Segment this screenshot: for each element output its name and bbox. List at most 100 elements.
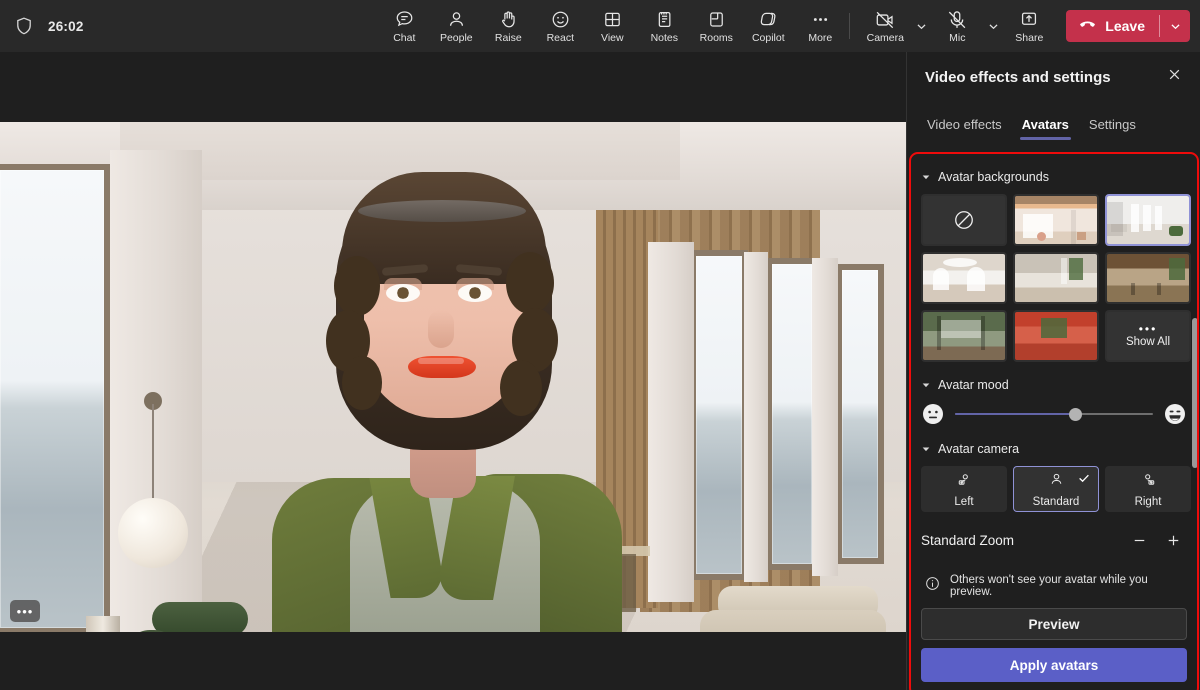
close-panel-button[interactable] (1160, 63, 1188, 91)
react-button[interactable]: React (535, 3, 585, 49)
tab-avatars[interactable]: Avatars (1014, 111, 1077, 142)
panel-header: Video effects and settings (907, 52, 1200, 102)
zoom-in-button[interactable] (1159, 526, 1187, 554)
background-option-white-gallery[interactable] (921, 252, 1007, 304)
panel-scroll-area[interactable]: Avatar backgrounds (907, 156, 1200, 636)
camera-options-chevron[interactable] (910, 6, 932, 46)
slider-thumb[interactable] (1069, 408, 1082, 421)
zoom-out-button[interactable] (1125, 526, 1153, 554)
notes-button[interactable]: Notes (639, 3, 689, 49)
section-header-avatar-camera[interactable]: Avatar camera (921, 442, 1187, 456)
camera-option-left[interactable]: Left (921, 466, 1007, 512)
panel-footer: Others won't see your avatar while you p… (907, 568, 1200, 690)
raise-label: Raise (495, 32, 522, 44)
avatar-video-preview[interactable]: ••• (0, 122, 906, 632)
camera-control-group: Camera (860, 3, 932, 49)
avatar-mood-control (921, 402, 1187, 426)
section-header-avatar-backgrounds[interactable]: Avatar backgrounds (921, 170, 1187, 184)
video-effects-panel: Video effects and settings Video effects… (906, 52, 1200, 690)
section-label: Avatar mood (938, 378, 1009, 392)
meeting-timer: 26:02 (48, 19, 84, 34)
background-option-show-all[interactable]: ••• Show All (1105, 310, 1191, 362)
pillar-3 (744, 252, 768, 582)
camera-button[interactable]: Camera (860, 3, 910, 49)
people-label: People (440, 32, 473, 44)
avatar-headband (358, 200, 526, 222)
more-button[interactable]: More (795, 3, 845, 49)
rooms-button[interactable]: Rooms (691, 3, 741, 49)
camera-option-label: Standard (1033, 496, 1080, 508)
chevron-down-icon (921, 172, 931, 182)
no-background-icon (923, 196, 1005, 244)
panel-scrollbar[interactable] (1192, 318, 1198, 468)
pillar-2 (648, 242, 694, 602)
hangup-icon (1078, 15, 1097, 37)
window-2 (690, 250, 748, 580)
camera-option-standard[interactable]: Standard (1013, 466, 1099, 512)
meeting-toolbar: 26:02 Chat People (0, 0, 1200, 52)
chevron-down-icon (921, 444, 931, 454)
background-option-ocean-view-lounge[interactable] (1105, 194, 1191, 246)
video-more-options-button[interactable]: ••• (10, 600, 40, 622)
leave-label: Leave (1105, 18, 1145, 34)
chat-button[interactable]: Chat (379, 3, 429, 49)
background-option-grey-living-room[interactable] (1013, 252, 1099, 304)
avatar-backgrounds-grid: ••• Show All (921, 194, 1187, 362)
notes-label: Notes (651, 32, 678, 44)
camera-option-label: Left (954, 496, 973, 508)
avatar-lip-highlight (418, 358, 464, 364)
camera-option-right[interactable]: Right (1105, 466, 1191, 512)
share-button[interactable]: Share (1004, 3, 1054, 49)
leave-button[interactable]: Leave (1066, 10, 1159, 42)
view-label: View (601, 32, 624, 44)
share-label: Share (1015, 32, 1043, 44)
view-grid-icon (602, 9, 623, 31)
background-option-wood-dining-room[interactable] (1105, 252, 1191, 304)
notes-icon (654, 9, 675, 31)
leave-options-chevron[interactable] (1160, 10, 1190, 42)
camera-option-label: Right (1135, 496, 1162, 508)
rooms-label: Rooms (700, 32, 733, 44)
camera-off-icon (874, 9, 896, 31)
zoom-buttons (1125, 526, 1187, 554)
more-horizontal-icon: ••• (17, 604, 34, 619)
tab-settings[interactable]: Settings (1081, 111, 1144, 142)
apply-avatars-button[interactable]: Apply avatars (921, 648, 1187, 682)
section-label: Avatar camera (938, 442, 1019, 456)
people-button[interactable]: People (431, 3, 481, 49)
view-button[interactable]: View (587, 3, 637, 49)
camera-standard-icon (1047, 470, 1066, 494)
background-option-garden-terrace[interactable] (921, 310, 1007, 362)
copilot-button[interactable]: Copilot (743, 3, 793, 49)
section-header-avatar-mood[interactable]: Avatar mood (921, 378, 1187, 392)
more-horizontal-icon (810, 9, 831, 31)
background-option-red-patio[interactable] (1013, 310, 1099, 362)
avatar-eye-left (386, 284, 420, 302)
camera-label: Camera (867, 32, 904, 44)
avatar (230, 160, 650, 632)
avatar-curl-right-1 (506, 252, 554, 314)
chat-icon (394, 9, 415, 31)
show-all-label: Show All (1126, 336, 1170, 348)
background-option-wood-loft[interactable] (1013, 194, 1099, 246)
preview-note-text: Others won't see your avatar while you p… (950, 574, 1185, 598)
zoom-label: Standard Zoom (921, 533, 1014, 548)
chat-label: Chat (393, 32, 415, 44)
avatar-nose (428, 310, 454, 348)
toolbar-divider (849, 13, 850, 39)
close-icon (1167, 67, 1182, 87)
check-icon (1077, 471, 1091, 490)
background-option-none[interactable] (921, 194, 1007, 246)
avatar-mood-slider[interactable] (955, 404, 1153, 424)
preview-button[interactable]: Preview (921, 608, 1187, 640)
teams-meeting-window: 26:02 Chat People (0, 0, 1200, 690)
raise-hand-button[interactable]: Raise (483, 3, 533, 49)
tab-video-effects[interactable]: Video effects (919, 111, 1010, 142)
avatar-curl-left-1 (334, 256, 380, 316)
avatar-curl-left-3 (342, 356, 382, 410)
mic-button[interactable]: Mic (932, 3, 982, 49)
mic-label: Mic (949, 32, 965, 44)
window-4 (836, 264, 884, 564)
toolbar-right-group: Camera Mic (845, 3, 1200, 49)
mic-options-chevron[interactable] (982, 6, 1004, 46)
